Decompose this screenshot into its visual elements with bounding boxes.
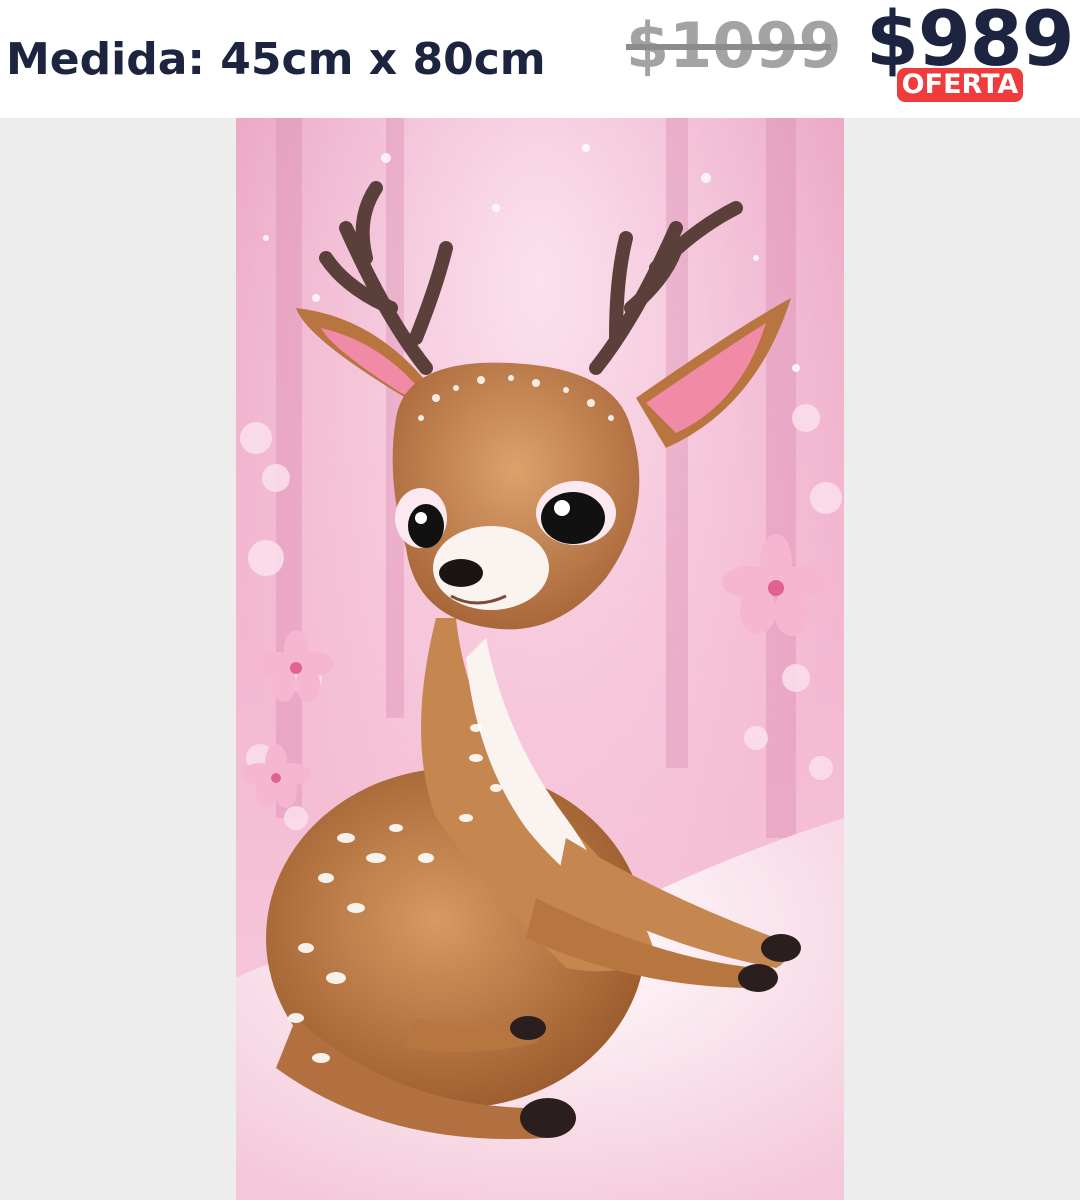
product-header: Medida: 45cm x 80cm $1099 $989 OFERTA (0, 0, 1080, 118)
product-page: Medida: 45cm x 80cm $1099 $989 OFERTA (0, 0, 1080, 1200)
size-label: Medida: 45cm x 80cm (6, 34, 546, 85)
fawn-illustration (236, 118, 844, 1200)
offer-badge: OFERTA (897, 68, 1023, 102)
product-image[interactable] (236, 118, 844, 1200)
price-strikethrough (626, 44, 831, 50)
